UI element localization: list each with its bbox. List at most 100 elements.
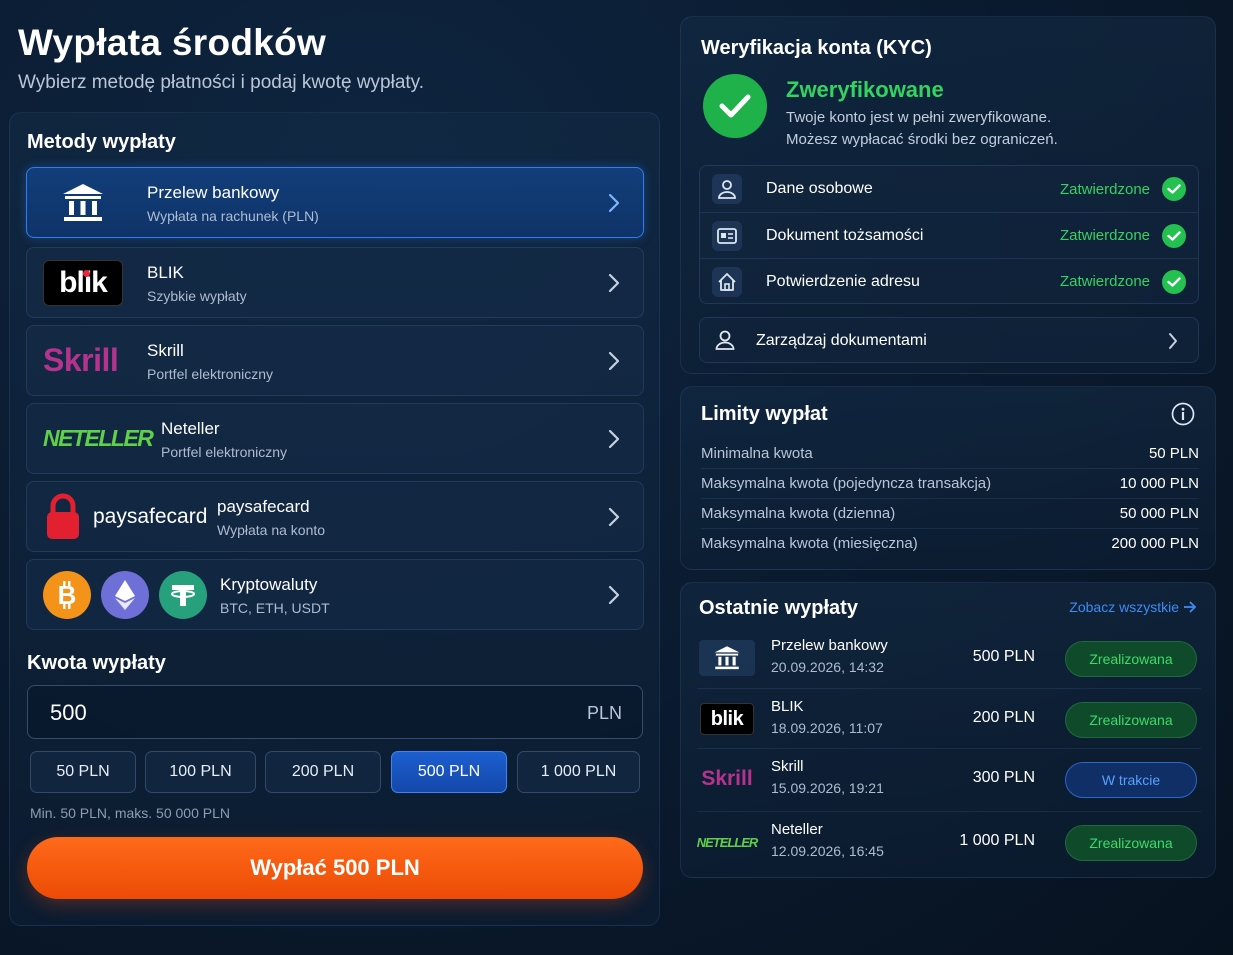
- kyc-item-personal: Dane osobowe Zatwierdzone: [700, 166, 1198, 212]
- kyc-status-line: Możesz wypłacać środki bez ograniczeń.: [786, 131, 1058, 148]
- status-badge: Zrealizowana: [1065, 702, 1197, 738]
- method-desc: Szybkie wypłaty: [147, 288, 247, 304]
- limit-value: 50 000 PLN: [1119, 505, 1199, 522]
- amount-currency: PLN: [586, 703, 622, 723]
- neteller-logo-text: NETELLER: [696, 834, 759, 850]
- check-circle-icon: [703, 74, 767, 138]
- method-bank-transfer[interactable]: Przelew bankowy Wypłata na rachunek (PLN…: [26, 167, 644, 238]
- withdrawal-amount: 1 000 PLN: [959, 832, 1035, 849]
- bank-icon: [699, 640, 755, 676]
- method-skrill[interactable]: Skrill Skrill Portfel elektroniczny: [26, 325, 644, 396]
- limit-row: Maksymalna kwota (pojedyncza transakcja)…: [701, 468, 1199, 498]
- bank-icon: [61, 168, 105, 237]
- withdrawal-date: 15.09.2026, 19:21: [771, 780, 884, 796]
- check-icon: [1162, 177, 1186, 201]
- amount-input[interactable]: 500 PLN: [27, 685, 643, 739]
- quick-amount-50[interactable]: 50 PLN: [30, 751, 136, 793]
- method-neteller[interactable]: NETELLER Neteller Portfel elektroniczny: [26, 403, 644, 474]
- status-badge: Zrealizowana: [1065, 641, 1197, 677]
- padlock-icon: [47, 493, 79, 539]
- see-all-label: Zobacz wszystkie: [1069, 599, 1179, 615]
- kyc-item-label: Dokument tożsamości: [766, 226, 924, 244]
- kyc-status-desc: Twoje konto jest w pełni zweryfikowane. …: [786, 107, 1058, 151]
- home-icon: [712, 267, 742, 297]
- method-name: BLIK: [147, 263, 184, 282]
- chevron-right-icon: [607, 272, 621, 299]
- limit-row: Minimalna kwota 50 PLN: [701, 438, 1199, 468]
- method-crypto[interactable]: B Kryptowaluty BTC, ETH, USDT: [26, 559, 644, 630]
- limit-row: Maksymalna kwota (miesięczna) 200 000 PL…: [701, 528, 1199, 558]
- chevron-right-icon: [607, 192, 621, 219]
- skrill-logo: Skrill: [43, 326, 119, 395]
- chevron-right-icon: [607, 350, 621, 377]
- withdrawal-method: Przelew bankowy: [771, 637, 888, 654]
- method-blik[interactable]: blik BLIK Szybkie wypłaty: [26, 247, 644, 318]
- skrill-logo-text: Skrill: [701, 767, 753, 790]
- neteller-logo-text: NETELLER: [43, 425, 154, 451]
- chevron-right-icon: [607, 584, 621, 611]
- kyc-item-address: Potwierdzenie adresu Zatwierdzone: [700, 258, 1198, 304]
- kyc-item-label: Dane osobowe: [766, 180, 873, 197]
- tether-icon: [159, 570, 207, 619]
- withdrawal-method: BLIK: [771, 698, 804, 715]
- quick-amount-100[interactable]: 100 PLN: [145, 751, 256, 793]
- blik-logo-text: blik: [710, 707, 744, 730]
- withdrawal-row[interactable]: Przelew bankowy 20.09.2026, 14:32 500 PL…: [697, 628, 1201, 688]
- withdrawal-amount: 500 PLN: [972, 648, 1035, 665]
- kyc-item-status: Zatwierdzone: [1059, 180, 1150, 198]
- page-header: Wypłata środków Wybierz metodę płatności…: [18, 22, 424, 94]
- kyc-title: Weryfikacja konta (KYC): [701, 37, 932, 59]
- kyc-items: Dane osobowe Zatwierdzone Dokument tożsa…: [699, 165, 1199, 304]
- page-title: Wypłata środków: [18, 22, 327, 63]
- method-name: Przelew bankowy: [147, 183, 280, 202]
- bitcoin-icon: B: [43, 570, 91, 619]
- user-documents-icon: [714, 329, 736, 356]
- manage-documents-label: Zarządzaj dokumentami: [756, 332, 927, 349]
- check-icon: [1162, 224, 1186, 248]
- see-all-link[interactable]: Zobacz wszystkie: [1069, 599, 1197, 615]
- ethereum-icon: [101, 570, 149, 619]
- limit-label: Maksymalna kwota (dzienna): [701, 505, 896, 522]
- crypto-logos: B: [43, 560, 207, 629]
- kyc-status-title: Zweryfikowane: [786, 77, 944, 102]
- paysafecard-logo-text: paysafecard: [93, 504, 208, 528]
- method-name: Skrill: [147, 341, 184, 360]
- withdraw-button[interactable]: Wypłać 500 PLN: [27, 837, 643, 899]
- status-badge: W trakcie: [1065, 762, 1197, 798]
- amount-value: 500: [50, 700, 87, 725]
- quick-amount-200[interactable]: 200 PLN: [265, 751, 381, 793]
- kyc-item-label: Potwierdzenie adresu: [766, 272, 920, 290]
- quick-amount-1000[interactable]: 1 000 PLN: [517, 751, 640, 793]
- withdrawal-amount: 300 PLN: [972, 769, 1035, 786]
- method-desc: Portfel elektroniczny: [161, 444, 288, 460]
- svg-text:B: B: [58, 580, 77, 610]
- limits-title: Limity wypłat: [701, 403, 828, 425]
- kyc-item-status: Zatwierdzone: [1059, 273, 1150, 290]
- method-desc: Wypłata na rachunek (PLN): [147, 208, 319, 224]
- kyc-card: Weryfikacja konta (KYC) Zweryfikowane Tw…: [680, 16, 1216, 374]
- info-icon[interactable]: [1171, 402, 1195, 431]
- withdrawal-row[interactable]: Skrill Skrill 15.09.2026, 19:21 300 PLN …: [697, 748, 1201, 808]
- methods-title: Metody wypłaty: [27, 131, 176, 153]
- chevron-right-icon: [1168, 332, 1178, 355]
- user-icon: [712, 174, 742, 204]
- method-desc: Wypłata na konto: [217, 522, 326, 538]
- withdrawal-row[interactable]: blik BLIK 18.09.2026, 11:07 200 PLN Zrea…: [697, 688, 1201, 748]
- manage-documents-button[interactable]: Zarządzaj dokumentami: [699, 317, 1199, 363]
- method-paysafecard[interactable]: paysafecard paysafecard Wypłata na konto: [26, 481, 644, 552]
- method-desc: Portfel elektroniczny: [147, 366, 274, 382]
- paysafecard-logo: paysafecard: [43, 482, 207, 551]
- page-subtitle: Wybierz metodę płatności i podaj kwotę w…: [18, 72, 425, 93]
- skrill-logo-text: Skrill: [43, 342, 119, 378]
- limit-value: 10 000 PLN: [1119, 475, 1199, 492]
- amount-hint: Min. 50 PLN, maks. 50 000 PLN: [30, 805, 230, 821]
- limit-label: Maksymalna kwota (miesięczna): [701, 535, 918, 552]
- quick-amount-500[interactable]: 500 PLN: [391, 751, 507, 793]
- chevron-right-icon: [607, 506, 621, 533]
- withdrawal-method: Skrill: [771, 758, 804, 775]
- withdrawal-date: 20.09.2026, 14:32: [771, 659, 884, 675]
- limit-value: 50 PLN: [1148, 444, 1199, 462]
- withdrawal-row[interactable]: NETELLER Neteller 12.09.2026, 16:45 1 00…: [697, 811, 1201, 871]
- kyc-status-line: Twoje konto jest w pełni zweryfikowane.: [786, 109, 1052, 126]
- limit-row: Maksymalna kwota (dzienna) 50 000 PLN: [701, 498, 1199, 528]
